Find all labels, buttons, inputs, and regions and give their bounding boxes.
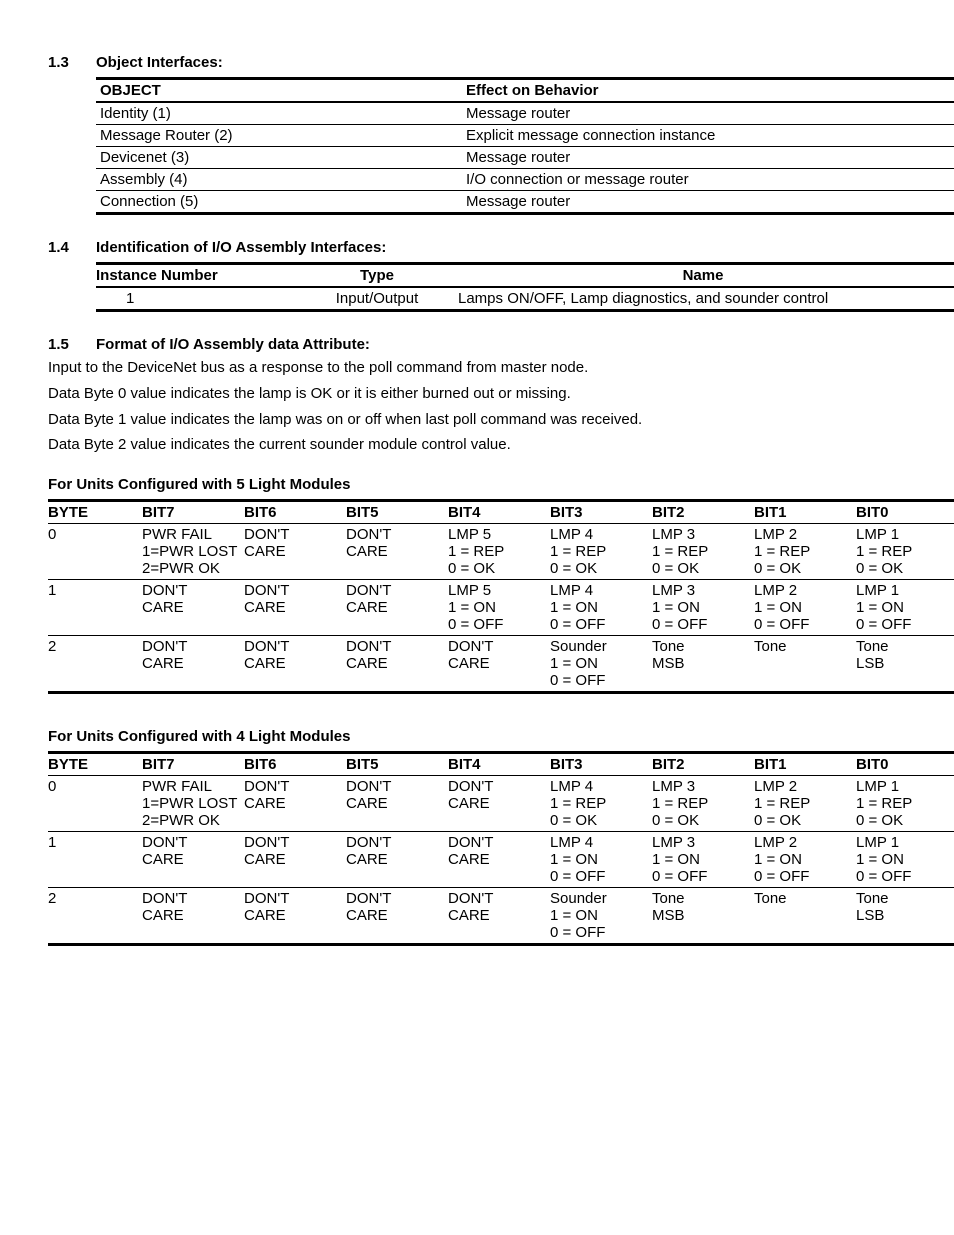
col-type: Type (302, 264, 458, 288)
table-row: Message Router (2)Explicit message conne… (96, 125, 954, 147)
table-row: Assembly (4)I/O connection or message ro… (96, 169, 954, 191)
section-title: Identification of I/O Assembly Interface… (96, 239, 386, 256)
data-byte-0-desc: Data Byte 0 value indicates the lamp is … (48, 383, 906, 405)
table-row: Connection (5)Message router (96, 191, 954, 214)
object-interfaces-table: OBJECT Effect on Behavior Identity (1)Me… (96, 77, 954, 215)
table-row: 1DON'T CAREDON'T CAREDON'T CAREDON'T CAR… (48, 832, 954, 888)
section-1-5-intro: Input to the DeviceNet bus as a response… (48, 357, 906, 379)
table-row: Devicenet (3)Message router (96, 147, 954, 169)
bit-table-4-modules: BYTE BIT7 BIT6 BIT5 BIT4 BIT3 BIT2 BIT1 … (48, 751, 954, 946)
bit-table-5-modules: BYTE BIT7 BIT6 BIT5 BIT4 BIT3 BIT2 BIT1 … (48, 499, 954, 694)
section-number: 1.5 (48, 336, 96, 353)
table-row: 0PWR FAIL 1=PWR LOST 2=PWR OKDON'T CARED… (48, 776, 954, 832)
section-number: 1.3 (48, 54, 96, 71)
table-row: 2DON'T CAREDON'T CAREDON'T CAREDON'T CAR… (48, 888, 954, 945)
table-row: 0PWR FAIL 1=PWR LOST 2=PWR OKDON'T CARED… (48, 524, 954, 580)
col-object: OBJECT (96, 79, 466, 103)
data-byte-2-desc: Data Byte 2 value indicates the current … (48, 434, 906, 456)
table-row: 1DON'T CAREDON'T CAREDON'T CARELMP 5 1 =… (48, 580, 954, 636)
col-name: Name (458, 264, 954, 288)
section-title: Format of I/O Assembly data Attribute: (96, 336, 370, 353)
section-1-4-heading: 1.4 Identification of I/O Assembly Inter… (48, 239, 906, 256)
col-effect: Effect on Behavior (466, 79, 954, 103)
col-instance: Instance Number (96, 264, 302, 288)
section-number: 1.4 (48, 239, 96, 256)
section-1-3-heading: 1.3 Object Interfaces: (48, 54, 906, 71)
io-assembly-interfaces-table: Instance Number Type Name 1 Input/Output… (96, 262, 954, 312)
table-row: Identity (1)Message router (96, 102, 954, 125)
table-row: 2DON'T CAREDON'T CAREDON'T CAREDON'T CAR… (48, 636, 954, 693)
section-1-5-heading: 1.5 Format of I/O Assembly data Attribut… (48, 336, 906, 353)
table-row: 1 Input/Output Lamps ON/OFF, Lamp diagno… (96, 287, 954, 311)
data-byte-1-desc: Data Byte 1 value indicates the lamp was… (48, 409, 906, 431)
subheading-4-modules: For Units Configured with 4 Light Module… (48, 728, 906, 745)
section-title: Object Interfaces: (96, 54, 223, 71)
subheading-5-modules: For Units Configured with 5 Light Module… (48, 476, 906, 493)
